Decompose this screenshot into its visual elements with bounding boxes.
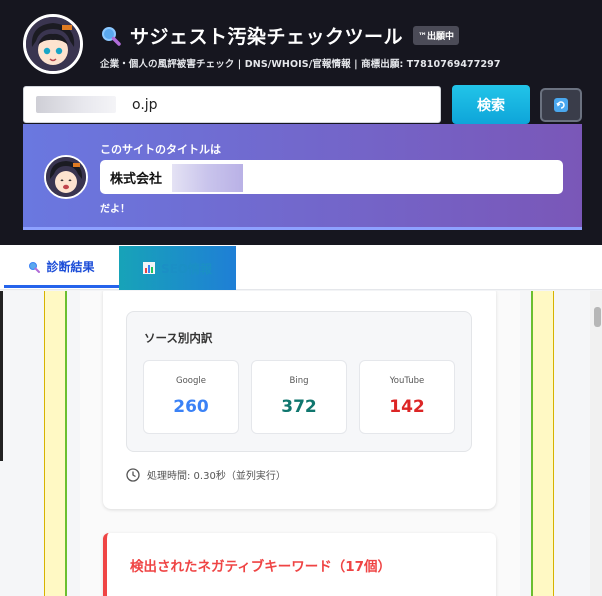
site-title-redaction — [172, 164, 243, 192]
site-title-box: 株式会社 — [100, 160, 563, 194]
bar-chart-icon — [142, 262, 155, 274]
source-count: 142 — [389, 397, 425, 417]
source-bing: Bing 372 — [251, 360, 347, 434]
tab-diagnosis[interactable]: 診断結果 — [4, 248, 119, 288]
processing-time-text: 処理時間: 0.30秒（並列実行） — [147, 471, 286, 482]
decorative-stripe-left — [44, 291, 67, 596]
mascot-small-image — [46, 157, 86, 197]
window-edge — [0, 291, 3, 461]
source-name: Google — [176, 376, 206, 386]
source-name: YouTube — [389, 376, 425, 386]
site-title-value: 株式会社 — [110, 171, 163, 187]
header: サジェスト汚染チェックツール ™出願中 企業・個人の風評被害チェック | DNS… — [0, 0, 602, 245]
url-redaction — [36, 96, 116, 113]
app-root: サジェスト汚染チェックツール ™出願中 企業・個人の風評被害チェック | DNS… — [0, 0, 602, 596]
magnifier-icon — [102, 26, 121, 46]
refresh-icon — [554, 98, 568, 112]
tab-seo-label: SEO情報 — [160, 261, 213, 276]
processing-time: 処理時間: 0.30秒（並列実行） — [126, 467, 286, 482]
source-name: Bing — [289, 376, 309, 386]
site-title-banner: このサイトのタイトルは 株式会社 だよ！ — [23, 124, 582, 230]
tab-seo[interactable]: SEO情報 — [119, 246, 236, 290]
source-count: 260 — [173, 397, 209, 417]
search-button[interactable]: 検索 — [452, 85, 530, 124]
title-row: サジェスト汚染チェックツール ™出願中 — [100, 22, 460, 49]
negative-keywords-card: 検出されたネガティブキーワード（17個） — [103, 533, 496, 596]
tab-diagnosis-label: 診断結果 — [46, 260, 95, 274]
magnifier-icon — [29, 261, 41, 273]
mascot-avatar-image — [26, 17, 80, 71]
source-google: Google 260 — [143, 360, 239, 434]
decorative-stripe-right — [531, 291, 554, 596]
trademark-badge: ™出願中 — [413, 26, 460, 45]
site-title-label: このサイトのタイトルは — [100, 143, 221, 156]
app-subtitle: 企業・個人の風評被害チェック | DNS/WHOIS/官報情報 | 商標出願: … — [100, 59, 501, 70]
mascot-small-avatar — [44, 155, 88, 199]
scrollbar[interactable] — [590, 291, 602, 596]
site-title-tail: だよ！ — [100, 204, 130, 215]
source-breakdown-title: ソース別内訳 — [144, 331, 213, 345]
app-title: サジェスト汚染チェックツール — [130, 26, 404, 48]
scrollbar-thumb[interactable] — [594, 307, 601, 327]
clock-icon — [126, 467, 140, 482]
mascot-avatar — [23, 14, 83, 74]
source-count: 372 — [281, 397, 317, 417]
negative-keywords-title: 検出されたネガティブキーワード（17個） — [130, 559, 391, 575]
source-youtube: YouTube 142 — [359, 360, 455, 434]
content-area: ソース別内訳 Google 260 Bing 372 YouTube 142 処… — [0, 291, 602, 596]
refresh-button[interactable] — [540, 88, 582, 122]
